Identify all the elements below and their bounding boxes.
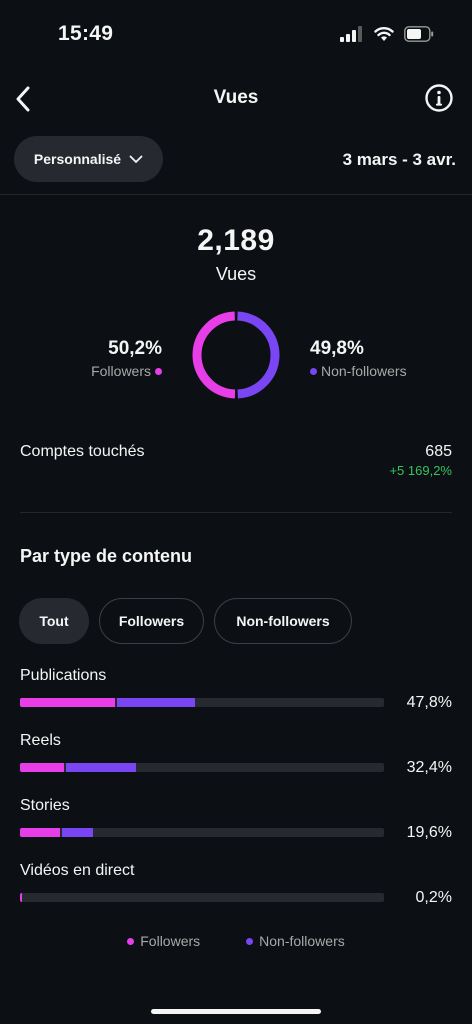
filter-all-label: Tout xyxy=(39,613,69,629)
status-time: 15:49 xyxy=(58,22,114,45)
divider xyxy=(0,194,472,195)
bar-reels xyxy=(20,763,384,772)
bar-followers-segment xyxy=(20,698,115,707)
bar-non-followers-segment xyxy=(65,763,137,772)
accounts-reached-change: +5 169,2% xyxy=(389,463,452,478)
legend-followers-label: Followers xyxy=(140,933,201,949)
row-pct-live-videos: 0,2% xyxy=(415,889,452,906)
filter-non-followers-chip[interactable]: Non-followers xyxy=(214,598,352,644)
bar-non-followers-segment xyxy=(62,828,93,837)
total-views-label: Vues xyxy=(215,264,257,284)
legend-followers-dot-icon xyxy=(127,937,135,945)
filter-all-chip[interactable]: Tout xyxy=(19,598,89,644)
filter-followers-chip[interactable]: Followers xyxy=(99,598,204,644)
non-followers-share: 49,8% Non-followers xyxy=(310,338,407,379)
accounts-reached-label: Comptes touchés xyxy=(20,443,145,460)
page-title: Vues xyxy=(213,87,259,108)
row-label-publications: Publications xyxy=(20,667,107,684)
wifi-icon xyxy=(374,27,394,41)
bar-followers-segment xyxy=(20,763,64,772)
non-followers-pct-label: Non-followers xyxy=(321,363,407,379)
row-label-stories: Stories xyxy=(20,797,70,814)
legend-non-followers-label: Non-followers xyxy=(259,933,345,949)
home-indicator xyxy=(151,1009,321,1014)
date-range-dropdown-label: Personnalisé xyxy=(33,151,122,167)
chevron-down-icon xyxy=(129,155,143,163)
info-icon xyxy=(425,84,453,112)
chart-legend: Followers Non-followers xyxy=(0,933,472,949)
filter-followers-label: Followers xyxy=(118,613,185,629)
info-button[interactable] xyxy=(424,83,454,113)
row-label-live-videos: Vidéos en direct xyxy=(20,862,135,879)
accounts-reached-value: 685 xyxy=(425,443,452,460)
bar-followers-segment xyxy=(20,893,22,902)
bar-live-videos xyxy=(20,893,384,902)
legend-non-followers-dot-icon xyxy=(246,937,254,945)
row-pct-stories: 19,6% xyxy=(406,824,452,841)
non-followers-dot-icon xyxy=(310,367,317,375)
followers-dot-icon xyxy=(155,367,162,375)
followers-pct-label: Followers xyxy=(91,363,151,379)
divider xyxy=(20,512,452,513)
row-pct-publications: 47,8% xyxy=(406,694,452,711)
non-followers-pct: 49,8% xyxy=(310,338,364,359)
bar-followers-segment xyxy=(20,828,61,837)
bar-non-followers-segment xyxy=(116,698,195,707)
total-views-value: 2,189 xyxy=(197,224,275,257)
section-title: Par type de contenu xyxy=(20,546,193,566)
followers-share: 50,2% Followers xyxy=(91,338,162,379)
followers-pct: 50,2% xyxy=(108,338,162,359)
bar-publications xyxy=(20,698,384,707)
views-donut-chart xyxy=(192,311,280,399)
legend-non-followers: Non-followers xyxy=(246,933,345,949)
bar-stories xyxy=(20,828,384,837)
date-range-text: 3 mars - 3 avr. xyxy=(342,150,456,169)
row-pct-reels: 32,4% xyxy=(406,759,452,776)
filter-non-followers-label: Non-followers xyxy=(236,613,330,629)
date-range-dropdown[interactable]: Personnalisé xyxy=(14,136,163,182)
battery-icon xyxy=(404,26,434,42)
legend-followers: Followers xyxy=(127,933,200,949)
signal-icon xyxy=(340,26,362,42)
row-label-reels: Reels xyxy=(20,732,61,749)
status-icons xyxy=(340,26,434,42)
